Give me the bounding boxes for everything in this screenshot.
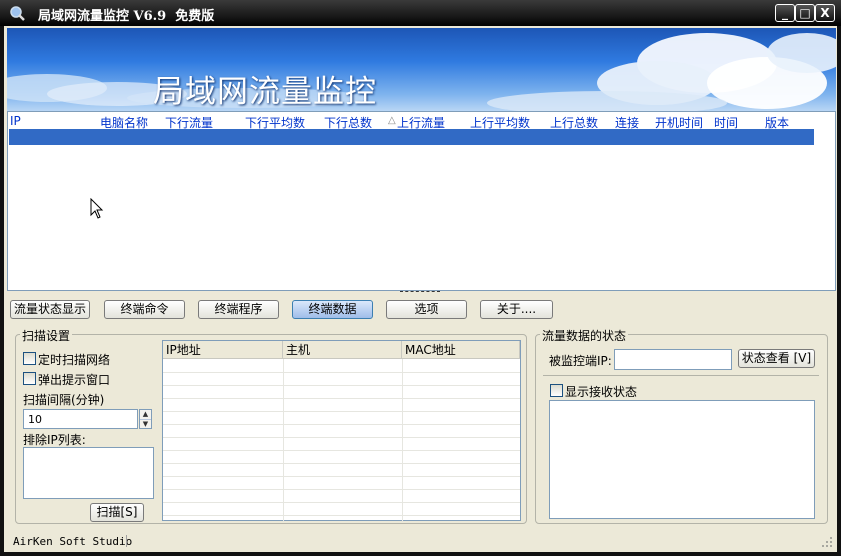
monitored-ip-input[interactable] <box>614 349 732 370</box>
grid-header-host[interactable]: 主机 <box>283 341 402 359</box>
grid-row-line <box>163 463 520 464</box>
divider <box>543 375 819 376</box>
traffic-list[interactable]: IP 电脑名称 下行流量 下行平均数 下行总数 △ 上行流量 上行平均数 上行总… <box>7 111 836 291</box>
splitter-handle[interactable] <box>400 291 440 295</box>
tab-traffic-status[interactable]: 流量状态显示 <box>10 300 90 319</box>
tab-terminal-command[interactable]: 终端命令 <box>104 300 185 319</box>
timer-scan-label: 定时扫描网络 <box>38 353 111 367</box>
selected-row[interactable] <box>9 129 814 145</box>
interval-spinner[interactable]: ▲ ▼ <box>139 409 152 429</box>
tab-options[interactable]: 选项 <box>386 300 467 319</box>
grid-row-line <box>163 476 520 477</box>
banner: 局域网流量监控 <box>7 28 836 111</box>
banner-title: 局域网流量监控 <box>153 74 377 110</box>
scan-interval-input[interactable]: 10 <box>23 409 138 429</box>
status-text: AirKen Soft Studio <box>13 535 133 548</box>
grid-row-line <box>163 372 520 373</box>
popup-window-checkbox[interactable] <box>23 372 36 385</box>
traffic-status-label: 流量数据的状态 <box>540 327 629 344</box>
host-grid[interactable]: IP地址 主机 MAC地址 <box>162 340 521 522</box>
scan-settings-label: 扫描设置 <box>20 327 73 344</box>
scan-button[interactable]: 扫描[S] <box>90 503 144 522</box>
app-icon <box>10 6 25 21</box>
grid-divider <box>283 359 284 522</box>
show-receive-checkbox[interactable] <box>550 384 563 397</box>
exclude-ip-label: 排除IP列表: <box>23 433 86 447</box>
grid-row-line <box>163 437 520 438</box>
popup-window-label: 弹出提示窗口 <box>38 373 111 387</box>
timer-scan-checkbox[interactable] <box>23 352 36 365</box>
grid-row-line <box>163 502 520 503</box>
tab-terminal-data[interactable]: 终端数据 <box>292 300 373 319</box>
monitored-ip-label: 被监控端IP: <box>549 354 612 368</box>
sky-clouds-graphic <box>7 33 836 111</box>
status-divider <box>126 535 127 547</box>
close-button[interactable]: X <box>815 4 835 22</box>
grid-header-ip[interactable]: IP地址 <box>163 341 283 359</box>
tab-terminal-program[interactable]: 终端程序 <box>198 300 279 319</box>
show-receive-label: 显示接收状态 <box>565 385 638 399</box>
window-title: 局域网流量监控 V6.9 免费版 <box>38 9 215 24</box>
spin-up-icon[interactable]: ▲ <box>140 410 151 420</box>
maximize-button[interactable]: □ <box>795 4 815 22</box>
grid-row-line <box>163 385 520 386</box>
grid-header-mac[interactable]: MAC地址 <box>402 341 520 359</box>
grid-row-line <box>163 411 520 412</box>
title-bar[interactable]: 局域网流量监控 V6.9 免费版 _ □ X <box>0 0 841 26</box>
grid-row-line <box>163 489 520 490</box>
status-view-button[interactable]: 状态查看 [V] <box>738 349 815 368</box>
resize-grip-icon[interactable] <box>821 536 833 548</box>
grid-row-line <box>163 515 520 516</box>
minimize-button[interactable]: _ <box>775 4 795 22</box>
exclude-ip-textarea[interactable] <box>23 447 154 499</box>
grid-row-line <box>163 450 520 451</box>
tab-about[interactable]: 关于.... <box>480 300 553 319</box>
grid-row-line <box>163 398 520 399</box>
scan-interval-value: 10 <box>28 413 42 426</box>
mouse-cursor-icon <box>90 198 104 219</box>
receive-status-textarea[interactable] <box>549 400 815 519</box>
scan-interval-label: 扫描间隔(分钟) <box>23 393 105 407</box>
column-header-ip[interactable]: IP <box>10 114 21 128</box>
grid-divider <box>402 359 403 522</box>
spin-down-icon[interactable]: ▼ <box>140 420 151 429</box>
grid-row-line <box>163 424 520 425</box>
status-bar: AirKen Soft Studio <box>7 534 836 550</box>
sort-ascending-icon: △ <box>388 115 396 126</box>
